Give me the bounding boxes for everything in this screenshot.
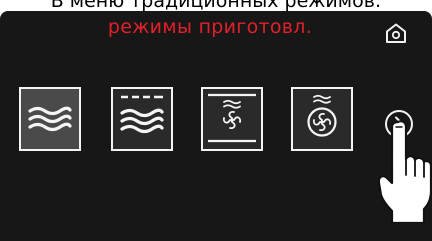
oven-display: режимы приготовл. [0, 11, 432, 241]
mode-tile-2[interactable] [111, 87, 173, 151]
convection-fan-ring-heat-icon [307, 94, 337, 137]
home-button[interactable] [383, 21, 409, 45]
home-icon [386, 23, 406, 43]
pointing-hand [377, 119, 432, 225]
top-bottom-heat-icon [28, 106, 72, 132]
mode-tile-4[interactable] [291, 87, 353, 151]
mode-tile-1[interactable] [19, 87, 81, 151]
convection-fan-top-bottom-heat-icon [208, 93, 256, 143]
pointing-hand-icon [377, 120, 432, 225]
top-bottom-heat-with-grill-icon [120, 95, 164, 134]
mode-tile-3[interactable] [201, 87, 263, 151]
caption-text: В меню традиционных режимов: [50, 0, 382, 11]
page-title: режимы приготовл. [107, 16, 313, 38]
